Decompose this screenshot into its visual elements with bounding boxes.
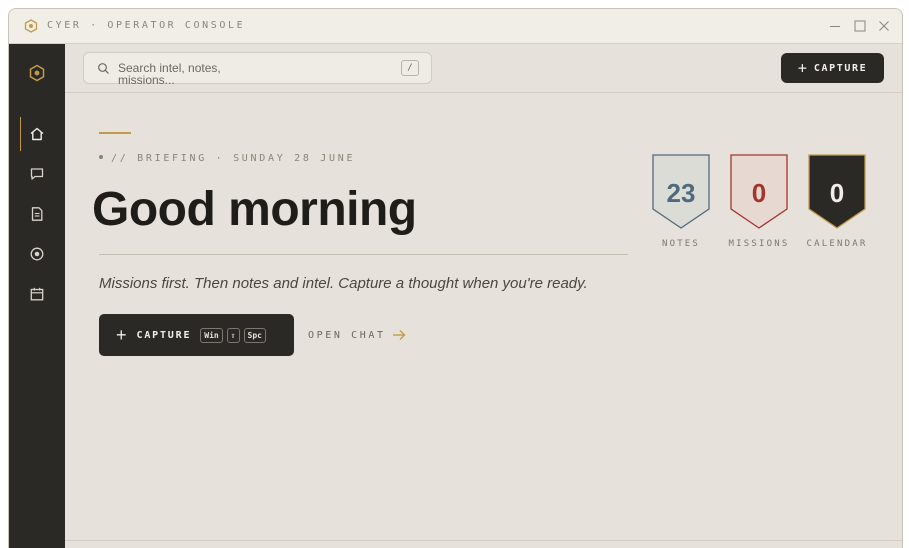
logo-hexagon-icon (29, 64, 45, 82)
top-bar: Search intel, notes, missions... / + CAP… (65, 44, 902, 93)
sidebar-rail (9, 44, 65, 548)
plus-icon: + (116, 325, 127, 345)
capture-button[interactable]: + CAPTURE Win ⇧ Spc (99, 314, 294, 356)
stat-calendar-label: CALENDAR (806, 239, 868, 249)
stat-notes-label: NOTES (661, 239, 701, 249)
sidebar-item-notes[interactable] (9, 197, 65, 231)
title-bar: CYER · OPERATOR CONSOLE (9, 9, 902, 44)
capture-label: CAPTURE (136, 329, 192, 341)
accent-line (99, 132, 131, 134)
shortcut-key-win: Win (200, 327, 223, 343)
app-title: CYER · OPERATOR CONSOLE (47, 20, 246, 31)
open-chat-label: OPEN CHAT (308, 329, 386, 341)
document-icon (31, 207, 43, 221)
main-content: Search intel, notes, missions... / + CAP… (65, 44, 902, 548)
sidebar-item-chat[interactable] (9, 157, 65, 191)
app-window: CYER · OPERATOR CONSOLE Search intel, no… (8, 8, 903, 548)
stat-missions-value: 0 (751, 178, 767, 208)
page-title: Good morning (92, 183, 417, 236)
stat-notes-value: 23 (666, 178, 696, 208)
plus-icon: + (797, 59, 807, 77)
sidebar-item-calendar[interactable] (9, 277, 65, 311)
status-dot (99, 155, 103, 159)
close-icon[interactable] (876, 18, 892, 34)
divider (99, 254, 628, 255)
search-placeholder: Search intel, notes, missions... (118, 61, 221, 87)
arrow-right-icon (392, 330, 406, 340)
maximize-icon[interactable] (852, 18, 868, 34)
shortcut-key-shift: ⇧ (226, 327, 240, 343)
app-hexagon-icon (24, 19, 38, 33)
sidebar-item-missions[interactable] (9, 237, 65, 271)
search-input[interactable]: Search intel, notes, missions... / (83, 52, 432, 87)
target-icon (30, 247, 44, 261)
home-icon (30, 127, 44, 141)
stat-missions-label: MISSIONS (728, 239, 790, 249)
top-capture-label: CAPTURE (813, 62, 868, 74)
top-capture-button[interactable]: + CAPTURE (781, 53, 884, 83)
search-shortcut-key: / (401, 60, 419, 76)
chat-bubble-icon (30, 168, 44, 180)
calendar-icon (30, 287, 44, 301)
sidebar-item-home[interactable] (9, 117, 65, 151)
briefing-tagline: Missions first. Then notes and intel. Ca… (99, 275, 588, 292)
briefing-eyebrow: // BRIEFING · SUNDAY 28 JUNE (99, 153, 355, 164)
shortcut-key-space: Spc (243, 327, 266, 343)
minimize-icon[interactable] (827, 18, 843, 34)
stat-calendar-value: 0 (829, 178, 845, 208)
open-chat-link[interactable]: OPEN CHAT (308, 329, 406, 341)
footer-divider (65, 540, 902, 541)
search-icon (98, 63, 109, 74)
